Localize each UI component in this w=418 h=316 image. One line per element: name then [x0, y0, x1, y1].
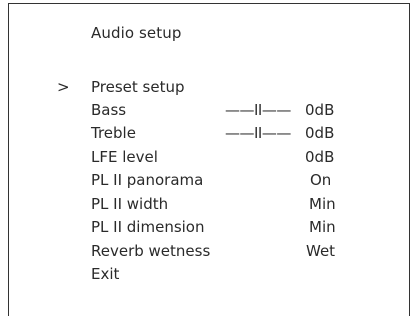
- menu-item-label: PL II panorama: [91, 171, 204, 189]
- selection-cursor: >: [57, 78, 70, 96]
- menu-screen: Audio setup > Preset setup Bass ——II—— 0…: [8, 3, 410, 316]
- pl-ii-width-value: Min: [309, 195, 336, 213]
- lfe-level-value: 0dB: [305, 148, 335, 166]
- menu-item-treble[interactable]: Treble ——II—— 0dB: [9, 124, 409, 146]
- menu-item-pl-ii-dimension[interactable]: PL II dimension Min: [9, 218, 409, 240]
- menu-item-label: LFE level: [91, 148, 158, 166]
- menu-item-label: Reverb wetness: [91, 242, 211, 260]
- menu-item-label: PL II dimension: [91, 218, 205, 236]
- menu-item-label: Treble: [91, 124, 136, 142]
- menu-item-label: PL II width: [91, 195, 169, 213]
- menu-item-exit[interactable]: Exit: [9, 265, 409, 287]
- menu-item-label: Preset setup: [91, 78, 185, 96]
- menu-title: Audio setup: [91, 24, 182, 42]
- menu-item-reverb-wetness[interactable]: Reverb wetness Wet: [9, 242, 409, 264]
- menu-item-pl-ii-panorama[interactable]: PL II panorama On: [9, 171, 409, 193]
- reverb-wetness-value: Wet: [306, 242, 336, 260]
- pl-ii-dimension-value: Min: [309, 218, 336, 236]
- menu-item-label: Bass: [91, 101, 127, 119]
- pl-ii-panorama-value: On: [310, 171, 332, 189]
- treble-value: 0dB: [305, 124, 335, 142]
- menu-item-label: Exit: [91, 265, 120, 283]
- menu-item-bass[interactable]: Bass ——II—— 0dB: [9, 101, 409, 123]
- treble-slider[interactable]: ——II——: [225, 124, 291, 142]
- menu-item-pl-ii-width[interactable]: PL II width Min: [9, 195, 409, 217]
- bass-value: 0dB: [305, 101, 335, 119]
- bass-slider[interactable]: ——II——: [225, 101, 291, 119]
- menu-item-preset-setup[interactable]: > Preset setup: [9, 78, 409, 100]
- menu-item-lfe-level[interactable]: LFE level 0dB: [9, 148, 409, 170]
